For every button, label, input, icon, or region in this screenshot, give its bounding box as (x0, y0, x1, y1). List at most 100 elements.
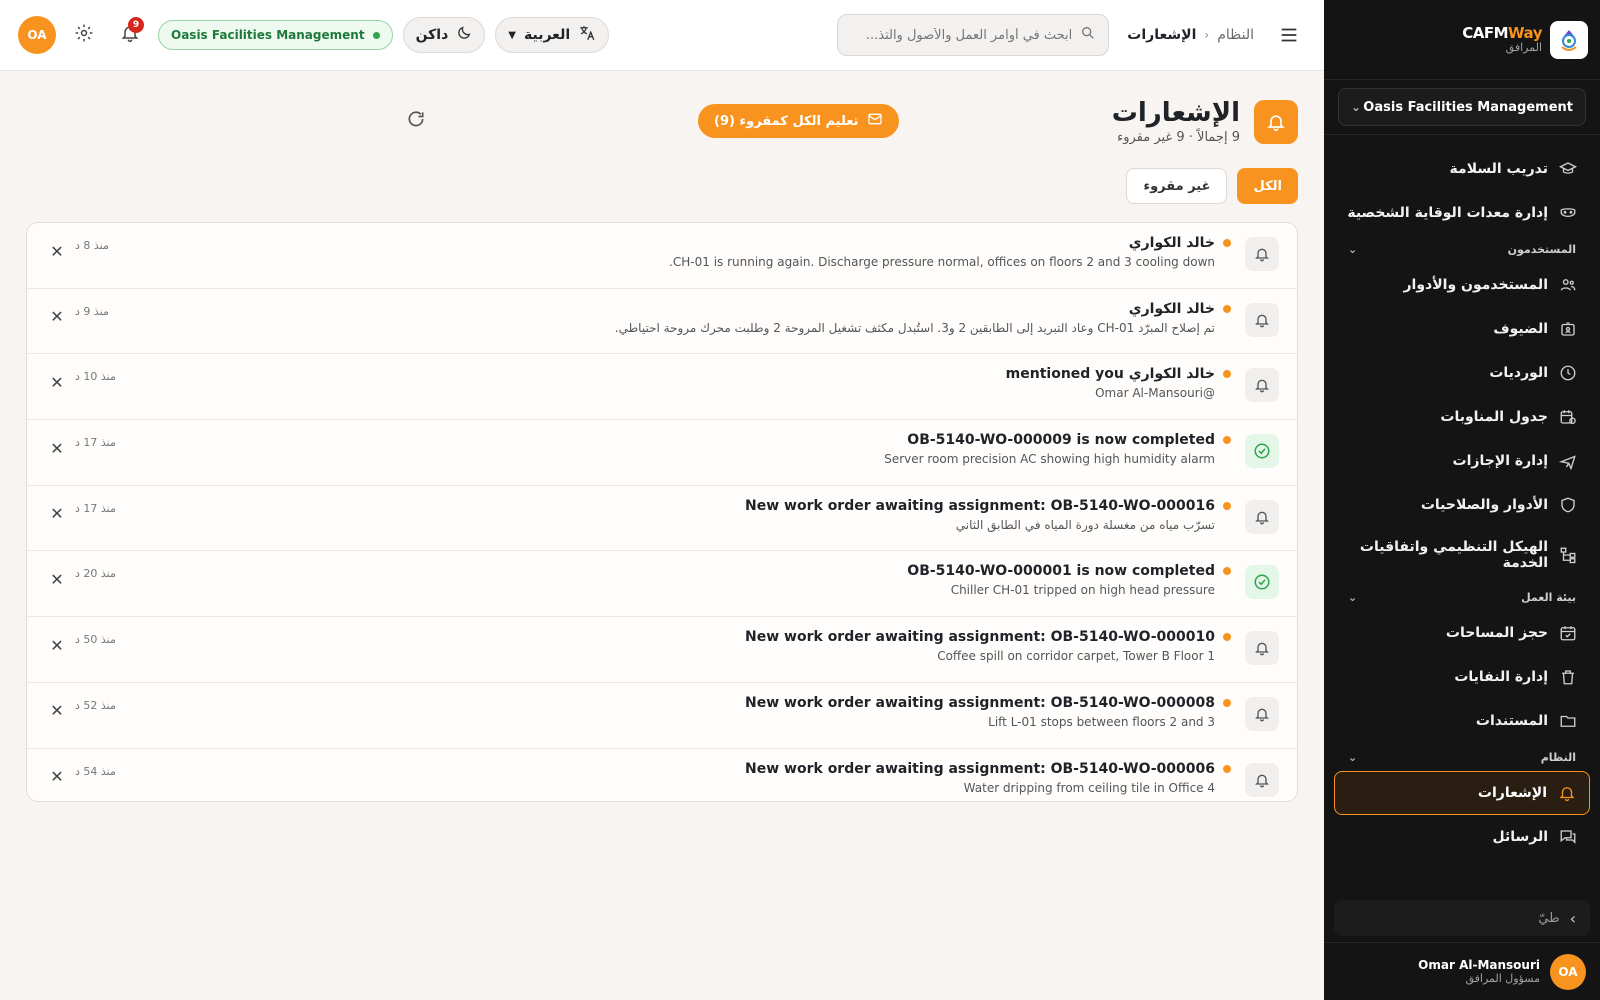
current-user[interactable]: OA Omar Al-Mansouri مسؤول المرافق (1324, 942, 1600, 1000)
sidebar-item-leave[interactable]: إدارة الإجازات (1334, 439, 1590, 483)
close-icon[interactable]: ✕ (47, 372, 67, 392)
notification-message: Coffee spill on corridor carpet, Tower B… (937, 649, 1215, 664)
notification-row[interactable]: خالد الكواري CH-01 is running again. Disc… (27, 223, 1297, 289)
org-select[interactable]: Oasis Facilities Management ⌄ (1338, 88, 1586, 126)
notification-row[interactable]: New work order awaiting assignment: OB-5… (27, 485, 1297, 552)
notification-title-row: خالد الكواري (615, 301, 1231, 317)
section-workplace-label: بيئة العمل (1521, 590, 1576, 604)
close-icon[interactable]: ✕ (47, 635, 67, 655)
notification-body: OB-5140-WO-000001 is now completed Chille… (907, 563, 1231, 597)
search-input[interactable] (852, 27, 1073, 43)
notification-time: منذ 50 د (75, 633, 116, 647)
notification-body: OB-5140-WO-000009 is now completed Server… (884, 432, 1231, 466)
users-icon (1558, 275, 1578, 295)
avatar[interactable]: OA (18, 16, 56, 54)
unread-dot (1223, 370, 1231, 379)
mark-all-read-button[interactable]: تعليم الكل كمقروء (9) (698, 104, 899, 138)
notification-title: New work order awaiting assignment: OB-5… (745, 694, 1215, 711)
collapse-label: طيّ (1538, 910, 1560, 926)
brand[interactable]: CAFMWay المرافق (1324, 0, 1600, 80)
notification-time: منذ 8 د (75, 239, 109, 252)
notification-title-row: OB-5140-WO-000009 is now completed (884, 432, 1231, 448)
sidebar-item-messages[interactable]: الرسائل (1334, 815, 1590, 859)
notification-row[interactable]: New work order awaiting assignment: OB-5… (27, 617, 1297, 683)
section-users[interactable]: المستخدمون ⌄ (1334, 235, 1590, 263)
bell-icon (1254, 99, 1298, 144)
notification-row[interactable]: OB-5140-WO-000001 is now completed Chille… (27, 551, 1297, 618)
sidebar-item-label: حجز المساحات (1445, 625, 1548, 641)
notification-row[interactable]: New work order awaiting assignment: OB-5… (27, 748, 1297, 801)
sidebar-item-safety-training[interactable]: تدريب السلامة (1334, 147, 1590, 191)
notification-row[interactable]: New work order awaiting assignment: OB-5… (27, 682, 1297, 749)
notification-title-row: New work order awaiting assignment: OB-5… (745, 498, 1231, 514)
sidebar-item-shifts[interactable]: الورديات (1334, 351, 1590, 395)
brand-subtitle: المرافق (1505, 40, 1542, 54)
close-icon[interactable]: ✕ (47, 701, 67, 721)
tab-unread[interactable]: غير مقروء (1126, 168, 1228, 204)
sidebar-item-org-structure[interactable]: الهيكل التنظيمي واتفاقيات الخدمة (1334, 527, 1590, 583)
user-name: Omar Al-Mansouri (1418, 957, 1540, 972)
settings-button[interactable] (66, 17, 102, 53)
close-icon[interactable]: ✕ (47, 241, 67, 261)
close-icon[interactable]: ✕ (47, 767, 67, 787)
tab-all[interactable]: الكل (1237, 168, 1298, 204)
notification-row[interactable]: خالد الكواري mentioned you @Omar Al-Manso… (27, 354, 1297, 421)
sidebar-item-label: الضيوف (1493, 321, 1548, 337)
search-icon (1080, 25, 1096, 45)
folder-icon (1558, 711, 1578, 731)
collapse-sidebar-button[interactable]: › طيّ (1334, 900, 1590, 936)
sidebar-item-label: الرسائل (1492, 829, 1548, 845)
close-icon[interactable]: ✕ (47, 504, 67, 524)
close-icon[interactable]: ✕ (47, 438, 67, 458)
sidebar-item-ppe[interactable]: إدارة معدات الوقاية الشخصية (1334, 191, 1590, 235)
notification-row[interactable]: OB-5140-WO-000009 is now completed Server… (27, 420, 1297, 486)
brand-name: CAFMWay (1462, 24, 1542, 43)
chevron-down-icon: ⌄ (1351, 100, 1362, 114)
language-select[interactable]: العربية ▼ (495, 17, 610, 53)
sidebar-item-guests[interactable]: الضيوف (1334, 307, 1590, 351)
bell-icon (1245, 631, 1279, 666)
close-icon[interactable]: ✕ (47, 569, 67, 589)
notification-title: New work order awaiting assignment: OB-5… (745, 629, 1215, 646)
unread-dot (1223, 304, 1231, 313)
section-users-label: المستخدمون (1507, 242, 1576, 256)
close-icon[interactable]: ✕ (47, 307, 67, 327)
unread-dot (1223, 633, 1231, 642)
sidebar-item-space-booking[interactable]: حجز المساحات (1334, 611, 1590, 655)
notification-title: New work order awaiting assignment: OB-5… (745, 497, 1215, 514)
sidebar-item-label: الورديات (1489, 365, 1548, 381)
bell-icon (1245, 302, 1279, 337)
sidebar-divider (1324, 134, 1600, 135)
notification-time: منذ 10 د (75, 370, 116, 384)
notification-body: New work order awaiting assignment: OB-5… (745, 498, 1231, 532)
section-workplace[interactable]: بيئة العمل ⌄ (1334, 583, 1590, 611)
notifications-button[interactable]: 9 (112, 17, 148, 53)
section-system[interactable]: النظام ⌄ (1334, 743, 1590, 771)
notification-title-row: خالد الكواري mentioned you (1006, 366, 1231, 382)
sidebar-item-notifications[interactable]: الإشعارات (1334, 771, 1590, 815)
notification-time: منذ 17 د (75, 436, 116, 450)
global-search[interactable] (837, 14, 1110, 56)
refresh-icon (406, 109, 426, 133)
caret-down-icon: ▼ (508, 29, 516, 41)
notification-body: New work order awaiting assignment: OB-5… (745, 761, 1231, 795)
filter-tabs: الكل غير مقروء (1126, 168, 1298, 204)
refresh-button[interactable] (404, 109, 428, 133)
hamburger-menu-icon[interactable] (1272, 18, 1306, 52)
notification-body: خالد الكواري CH-01 is running again. Disc… (669, 235, 1231, 269)
sidebar-item-roles-permissions[interactable]: الأدوار والصلاحيات (1334, 483, 1590, 527)
mask-icon (1558, 203, 1578, 223)
notification-title-row: OB-5140-WO-000001 is now completed (907, 563, 1231, 579)
unread-dot (1223, 501, 1231, 510)
notification-title: OB-5140-WO-000009 is now completed (907, 432, 1215, 449)
breadcrumb-root[interactable]: النظام (1217, 27, 1254, 43)
sidebar-item-documents[interactable]: المستندات (1334, 699, 1590, 743)
sidebar-item-waste[interactable]: إدارة النفايات (1334, 655, 1590, 699)
notification-row[interactable]: خالد الكواري تم إصلاح المبرّد CH-01 وعاد … (27, 288, 1297, 355)
notification-body: خالد الكواري تم إصلاح المبرّد CH-01 وعاد … (615, 301, 1231, 335)
notification-message: تم إصلاح المبرّد CH-01 وعاد التبريد إلى … (614, 320, 1215, 335)
sidebar-item-roster[interactable]: جدول المناوبات (1334, 395, 1590, 439)
theme-toggle[interactable]: داكن (402, 17, 486, 53)
envelope-icon (867, 111, 883, 131)
sidebar-item-users-roles[interactable]: المستخدمون والأدوار (1334, 263, 1590, 307)
